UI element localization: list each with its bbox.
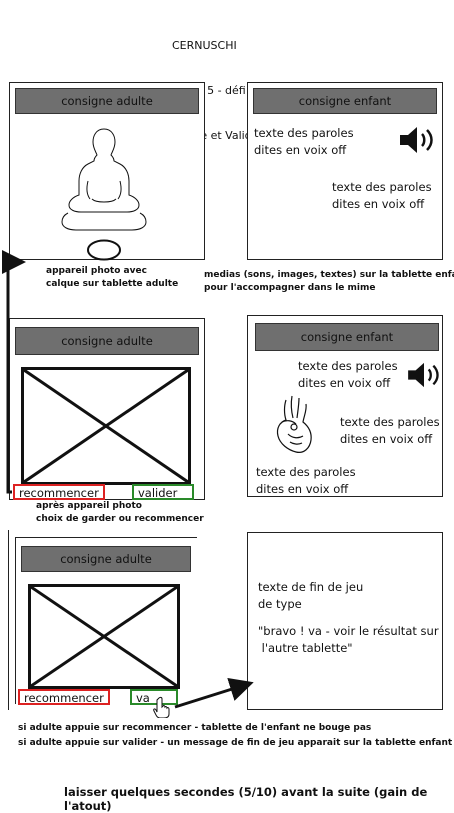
arrow-validate-to-child (174, 677, 254, 709)
arrow-restart-loop (2, 250, 26, 494)
flow-arrows (2, 250, 254, 709)
